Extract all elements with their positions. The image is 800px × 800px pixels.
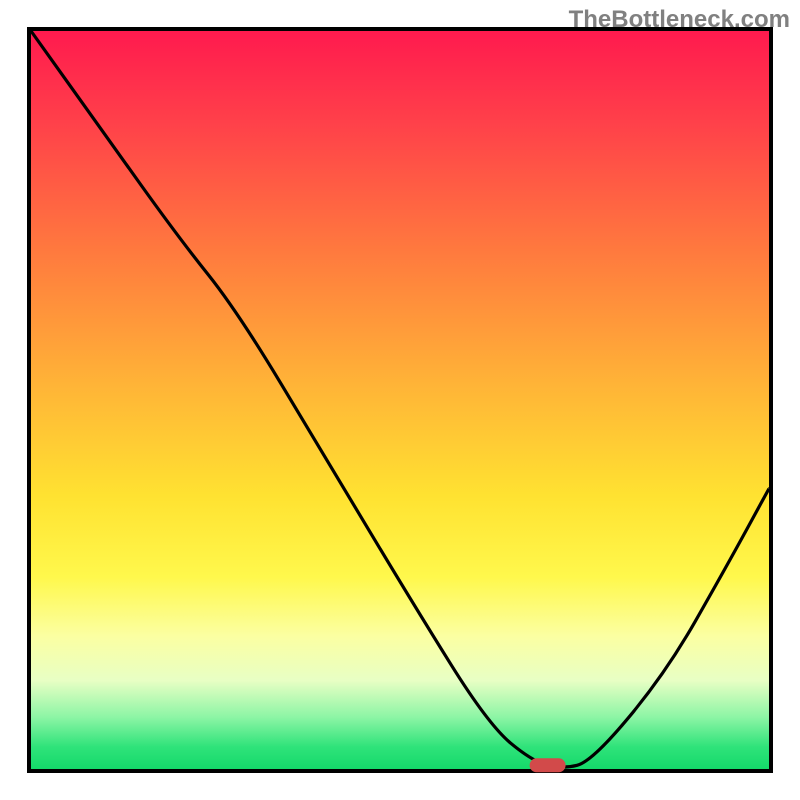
optimal-point-marker (530, 758, 566, 772)
plot-area (27, 27, 773, 773)
watermark-text: TheBottleneck.com (569, 6, 790, 34)
chart-frame: TheBottleneck.com (0, 0, 800, 800)
chart-svg (31, 31, 769, 769)
bottleneck-curve-path (31, 31, 769, 767)
